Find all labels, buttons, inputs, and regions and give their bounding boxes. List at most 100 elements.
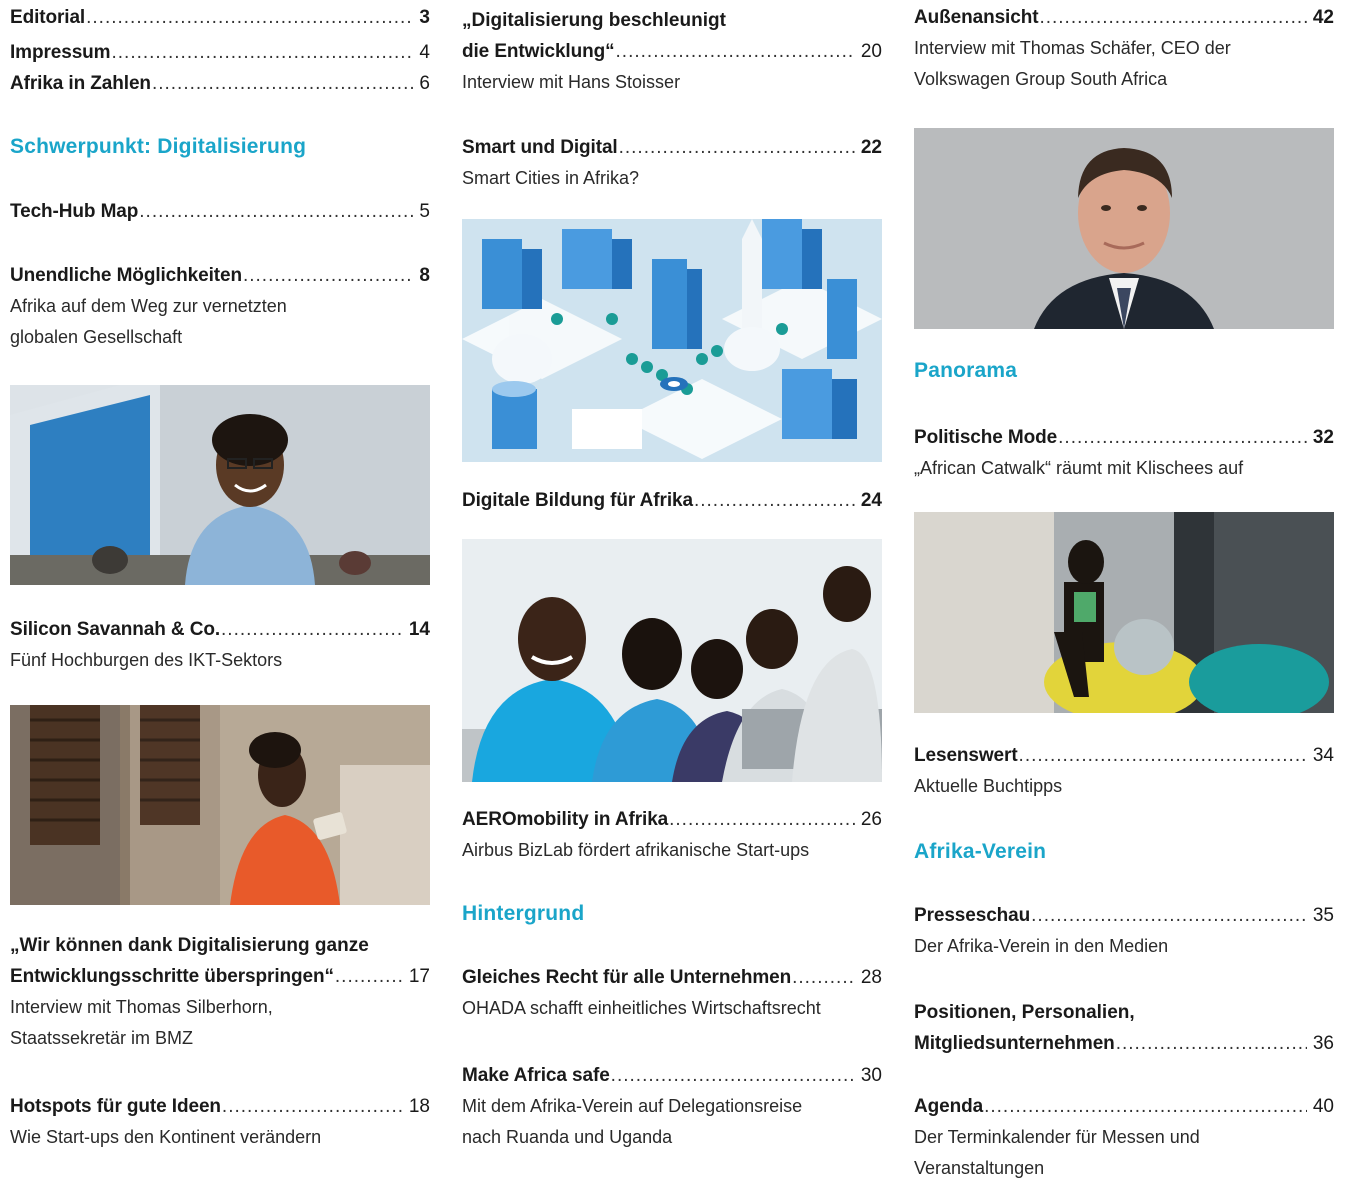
- illustration-smart-city: [462, 219, 882, 462]
- photo-students-at-computers: [462, 539, 882, 782]
- page-number: 40: [1312, 1096, 1334, 1117]
- entry-title: Außenansicht: [914, 7, 1039, 28]
- toc-entry-make-africa-safe[interactable]: Make Africa safe 30 Mit dem Afrika-Verein…: [462, 1060, 882, 1153]
- photo-portrait-man-suit: [914, 128, 1334, 329]
- page-number: 24: [860, 490, 882, 511]
- entry-title: Silicon Savannah & Co.: [10, 619, 221, 640]
- toc-entry-impressum[interactable]: Impressum 4: [10, 37, 430, 68]
- toc-entry-digitale-bildung[interactable]: Digitale Bildung für Afrika 24: [462, 485, 882, 516]
- toc-entry-agenda[interactable]: Agenda 40 Der Terminkalender für Messen u…: [914, 1091, 1334, 1184]
- entry-subtitle: Mit dem Afrika-Verein auf Delegationsrei…: [462, 1096, 803, 1116]
- toc-entry-editorial[interactable]: Editorial 3: [10, 2, 430, 33]
- page-number: 36: [1312, 1033, 1334, 1054]
- entry-title: Smart und Digital: [462, 137, 618, 158]
- entry-title: Unendliche Möglichkeiten: [10, 265, 242, 286]
- leader-dots: [86, 2, 413, 33]
- entry-subtitle: OHADA schafft einheitliches Wirtschaftsr…: [462, 998, 821, 1018]
- entry-title: Presseschau: [914, 905, 1031, 926]
- section-heading-afrika-verein: Afrika-Verein: [914, 840, 1047, 863]
- section-heading-hintergrund: Hintergrund: [462, 902, 585, 925]
- toc-entry-positionen[interactable]: Positionen, Personalien, Mitgliedsuntern…: [914, 997, 1334, 1059]
- photo-woman-with-tablet: [10, 705, 430, 905]
- entry-subtitle: Interview mit Thomas Silberhorn,: [10, 997, 273, 1017]
- page-number: 3: [419, 7, 430, 28]
- entry-title: Lesenswert: [914, 745, 1018, 766]
- toc-entry-afrika-in-zahlen[interactable]: Afrika in Zahlen 6: [10, 68, 430, 99]
- page-number: 26: [860, 809, 882, 830]
- page-number: 4: [419, 42, 430, 63]
- entry-subtitle: Der Afrika-Verein in den Medien: [914, 936, 1169, 956]
- leader-dots: [139, 196, 413, 227]
- toc-entry-wir-koennen[interactable]: „Wir können dank Digitalisierung ganze E…: [10, 930, 430, 1054]
- toc-entry-unendliche[interactable]: Unendliche Möglichkeiten 8 Afrika auf dem…: [10, 260, 430, 353]
- entry-subtitle: Afrika auf dem Weg zur vernetzten: [10, 296, 287, 316]
- entry-subtitle: Smart Cities in Afrika?: [462, 168, 640, 188]
- page-number: 18: [408, 1096, 430, 1117]
- leader-dots: [1058, 422, 1307, 453]
- page-number: 35: [1312, 905, 1334, 926]
- entry-title-line2: die Entwicklung“: [462, 41, 615, 62]
- entry-title: Tech-Hub Map: [10, 201, 139, 222]
- entry-subtitle: Wie Start-ups den Kontinent verändern: [10, 1127, 322, 1147]
- entry-title-line2: Mitgliedsunternehmen: [914, 1033, 1115, 1054]
- page-number: 34: [1312, 745, 1334, 766]
- entry-subtitle: nach Ruanda und Uganda: [462, 1127, 673, 1147]
- leader-dots: [221, 614, 403, 645]
- entry-title: Agenda: [914, 1096, 984, 1117]
- entry-subtitle: Volkswagen Group South Africa: [914, 69, 1168, 89]
- leader-dots: [1039, 2, 1306, 33]
- entry-subtitle: Airbus BizLab fördert afrikanische Start…: [462, 840, 810, 860]
- leader-dots: [111, 37, 413, 68]
- leader-dots: [152, 68, 413, 99]
- entry-title-line1: Positionen, Personalien,: [914, 1002, 1135, 1023]
- leader-dots: [243, 260, 413, 291]
- entry-title: Editorial: [10, 7, 86, 28]
- entry-title: Politische Mode: [914, 427, 1058, 448]
- entry-title: Afrika in Zahlen: [10, 73, 151, 94]
- entry-subtitle: „African Catwalk“ räumt mit Klischees au…: [914, 458, 1244, 478]
- leader-dots: [616, 36, 855, 67]
- leader-dots: [1019, 740, 1307, 771]
- entry-title: Make Africa safe: [462, 1065, 610, 1086]
- toc-entry-aeromobility[interactable]: AEROmobility in Afrika 26 Airbus BizLab f…: [462, 804, 882, 866]
- entry-subtitle: Der Terminkalender für Messen und: [914, 1127, 1200, 1147]
- entry-subtitle: Veranstaltungen: [914, 1158, 1045, 1178]
- toc-entry-digitalisierung-beschleunigt[interactable]: „Digitalisierung beschleunigt die Entwic…: [462, 5, 882, 98]
- entry-subtitle: Fünf Hochburgen des IKT-Sektors: [10, 650, 283, 670]
- entry-title: Gleiches Recht für alle Unternehmen: [462, 967, 792, 988]
- toc-entry-tech-hub-map[interactable]: Tech-Hub Map 5: [10, 196, 430, 227]
- toc-entry-aussenansicht[interactable]: Außenansicht 42 Interview mit Thomas Schä…: [914, 2, 1334, 95]
- entry-title: AEROmobility in Afrika: [462, 809, 669, 830]
- toc-entry-politische-mode[interactable]: Politische Mode 32 „African Catwalk“ räum…: [914, 422, 1334, 484]
- page-number: 28: [860, 967, 882, 988]
- toc-entry-hotspots[interactable]: Hotspots für gute Ideen 18 Wie Start-ups …: [10, 1091, 430, 1153]
- leader-dots: [984, 1091, 1307, 1122]
- entry-title: Hotspots für gute Ideen: [10, 1096, 221, 1117]
- entry-title-line1: „Digitalisierung beschleunigt: [462, 10, 726, 31]
- photo-woman-on-beanbags: [914, 512, 1334, 713]
- toc-entry-silicon-savannah[interactable]: Silicon Savannah & Co. 14 Fünf Hochburgen…: [10, 614, 430, 676]
- page-number: 5: [419, 201, 430, 222]
- entry-title: Digitale Bildung für Afrika: [462, 490, 693, 511]
- leader-dots: [611, 1060, 855, 1091]
- page-number: 6: [419, 73, 430, 94]
- entry-subtitle: Interview mit Thomas Schäfer, CEO der: [914, 38, 1231, 58]
- entry-title: Impressum: [10, 42, 111, 63]
- leader-dots: [1116, 1028, 1307, 1059]
- entry-subtitle: Interview mit Hans Stoisser: [462, 72, 681, 92]
- toc-entry-smart-und-digital[interactable]: Smart und Digital 22 Smart Cities in Afri…: [462, 132, 882, 194]
- entry-title-line1: „Wir können dank Digitalisierung ganze: [10, 935, 369, 956]
- page-number: 17: [408, 966, 430, 987]
- entry-subtitle: Aktuelle Buchtipps: [914, 776, 1063, 796]
- toc-entry-gleiches-recht[interactable]: Gleiches Recht für alle Unternehmen 28 OH…: [462, 962, 882, 1024]
- leader-dots: [619, 132, 855, 163]
- page-number: 22: [860, 137, 882, 158]
- entry-subtitle: globalen Gesellschaft: [10, 327, 183, 347]
- toc-entry-lesenswert[interactable]: Lesenswert 34 Aktuelle Buchtipps: [914, 740, 1334, 802]
- leader-dots: [222, 1091, 403, 1122]
- page-number: 20: [860, 41, 882, 62]
- toc-entry-presseschau[interactable]: Presseschau 35 Der Afrika-Verein in den M…: [914, 900, 1334, 962]
- section-heading-panorama: Panorama: [914, 359, 1018, 382]
- page-number: 30: [860, 1065, 882, 1086]
- leader-dots: [694, 485, 855, 516]
